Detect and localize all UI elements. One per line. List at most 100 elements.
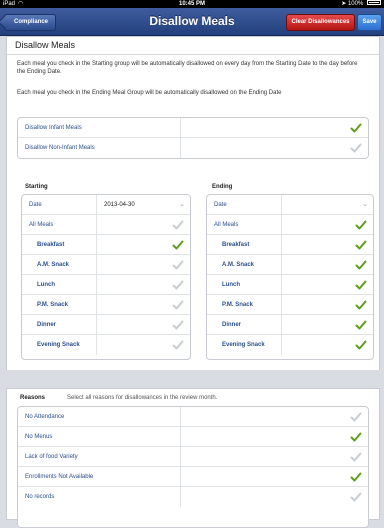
all-meals-label: All Meals (214, 222, 239, 228)
checkmark-icon (172, 219, 184, 231)
meal-label: Dinner (222, 322, 242, 328)
meal-label: A.M. Snack (222, 262, 255, 268)
checkmark-icon (172, 299, 184, 311)
divider (180, 427, 181, 446)
divider (180, 487, 181, 507)
row-label: Disallow Non-Infant Meals (25, 145, 95, 151)
reason-row[interactable]: No records (18, 487, 368, 507)
ending-meal-row[interactable]: P.M. Snack (207, 295, 373, 315)
reasons-header: Reasons (20, 395, 46, 401)
all-meals-label: All Meals (29, 222, 54, 228)
meal-label: Breakfast (37, 242, 65, 248)
starting-all-meals-row[interactable]: All Meals (22, 215, 190, 235)
starting-meal-row[interactable]: A.M. Snack (22, 255, 190, 275)
divider (96, 315, 97, 334)
reason-row[interactable]: No Attendance (18, 407, 368, 427)
divider (96, 255, 97, 274)
divider (180, 118, 181, 137)
divider (180, 447, 181, 466)
reason-label: No Attendance (25, 414, 65, 420)
date-label: Date (214, 202, 227, 208)
starting-meal-row[interactable]: Breakfast (22, 235, 190, 255)
divider (281, 315, 282, 334)
reason-row[interactable]: Lack of food Variety (18, 447, 368, 467)
divider (281, 255, 282, 274)
checkmark-icon (350, 431, 362, 443)
battery-icon (367, 0, 381, 5)
intro-starting-text: Each meal you check in the Starting grou… (17, 61, 358, 75)
battery-percent: 100% (347, 1, 364, 7)
checkmark-icon (350, 471, 362, 483)
checkmark-icon (172, 319, 184, 331)
divider (96, 295, 97, 314)
reason-row[interactable]: Enrollments Not Available (18, 467, 368, 487)
ending-meal-row[interactable]: Dinner (207, 315, 373, 335)
meal-label: Dinner (37, 322, 57, 328)
starting-meal-row[interactable]: Lunch (22, 275, 190, 295)
starting-group: Date 2013-04-30 ⌄ All Meals Breakfast A.… (21, 194, 191, 360)
divider (180, 407, 181, 426)
checkmark-icon (355, 239, 367, 251)
location-icon: ➤ (341, 1, 347, 7)
reason-label: Enrollments Not Available (25, 474, 94, 480)
starting-meal-row[interactable]: Evening Snack (22, 335, 190, 355)
checkmark-icon (172, 259, 184, 271)
chevron-down-icon: ⌄ (362, 201, 368, 208)
save-button[interactable]: Save (357, 14, 382, 31)
clear-disallowances-button[interactable]: Clear Disallowances (286, 14, 355, 31)
clock: 10:45 PM (178, 1, 205, 7)
meal-label: P.M. Snack (222, 302, 253, 308)
ending-meal-row[interactable]: Lunch (207, 275, 373, 295)
divider (281, 195, 282, 214)
divider (7, 54, 379, 55)
status-right: ➤ 100% (341, 0, 381, 8)
checkmark-icon (355, 319, 367, 331)
divider (180, 467, 181, 486)
checkmark-icon (350, 451, 362, 463)
checkmark-icon (350, 142, 362, 154)
reasons-card: Reasons Select all reasons for disallowa… (6, 388, 380, 528)
infant-options-group: Disallow Infant Meals Disallow Non-Infan… (17, 117, 369, 159)
checkmark-icon (355, 299, 367, 311)
starting-meal-row[interactable]: P.M. Snack (22, 295, 190, 315)
meal-label: A.M. Snack (37, 262, 70, 268)
ending-all-meals-row[interactable]: All Meals (207, 215, 373, 235)
checkmark-icon (350, 491, 362, 503)
date-label: Date (29, 202, 42, 208)
starting-date-value: 2013-04-30 (104, 202, 135, 208)
meal-label: P.M. Snack (37, 302, 68, 308)
row-label: Disallow Infant Meals (25, 125, 82, 131)
starting-header: Starting (25, 184, 48, 190)
reason-label: No records (25, 494, 55, 500)
reason-row[interactable]: No Menus (18, 427, 368, 447)
divider (180, 138, 181, 158)
meal-label: Lunch (222, 282, 240, 288)
starting-date-row[interactable]: Date 2013-04-30 ⌄ (22, 195, 190, 215)
navigation-bar: Compliance Disallow Meals Clear Disallow… (0, 8, 384, 36)
ending-meal-row[interactable]: Breakfast (207, 235, 373, 255)
ending-meal-row[interactable]: A.M. Snack (207, 255, 373, 275)
disallow-meals-card: Disallow Meals Each meal you check in th… (6, 36, 380, 371)
checkmark-icon (350, 411, 362, 423)
checkmark-icon (350, 122, 362, 134)
ending-date-row[interactable]: Date ⌄ (207, 195, 373, 215)
checkmark-icon (355, 219, 367, 231)
card-title: Disallow Meals (15, 40, 76, 50)
checkmark-icon (355, 259, 367, 271)
divider (281, 235, 282, 254)
divider (96, 335, 97, 355)
divider (281, 295, 282, 314)
chevron-down-icon: ⌄ (179, 201, 185, 208)
checkmark-icon (355, 339, 367, 351)
divider (281, 275, 282, 294)
reason-label: No Menus (25, 434, 53, 440)
checkmark-icon (172, 279, 184, 291)
ending-meal-row[interactable]: Evening Snack (207, 335, 373, 355)
divider (96, 195, 97, 214)
starting-meal-row[interactable]: Dinner (22, 315, 190, 335)
disallow-infant-meals-row[interactable]: Disallow Infant Meals (18, 118, 368, 138)
checkmark-icon (172, 339, 184, 351)
meal-label: Breakfast (222, 242, 250, 248)
reason-label: Lack of food Variety (25, 454, 78, 460)
disallow-non-infant-meals-row[interactable]: Disallow Non-Infant Meals (18, 138, 368, 158)
